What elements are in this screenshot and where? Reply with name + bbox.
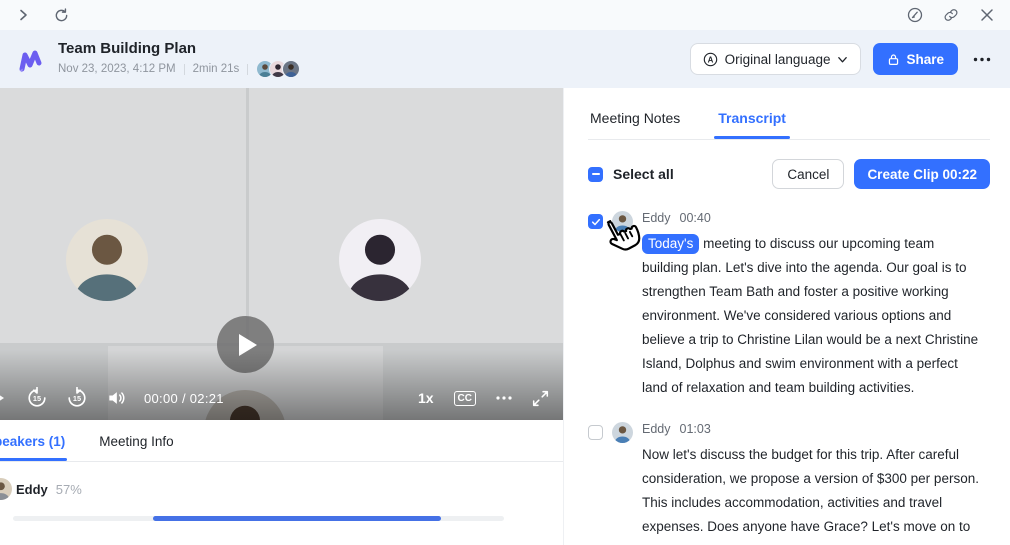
participant-video-avatar	[66, 219, 148, 301]
meeting-header: Team Building Plan Nov 23, 2023, 4:12 PM…	[0, 30, 1010, 88]
entry-text[interactable]: Today's meeting to discuss our upcoming …	[642, 232, 982, 400]
more-controls-icon[interactable]	[496, 396, 512, 400]
volume-icon[interactable]	[106, 388, 126, 408]
entry-timestamp[interactable]: 00:40	[680, 211, 711, 225]
entry-speaker: Eddy	[642, 211, 671, 225]
captions-icon[interactable]: CC	[454, 391, 476, 406]
playback-time: 00:00 / 02:21	[144, 391, 224, 406]
video-tile	[249, 88, 563, 343]
avatar	[282, 60, 300, 78]
entry-checkbox-checked[interactable]	[588, 214, 603, 229]
meeting-meta: Nov 23, 2023, 4:12 PM 2min 21s	[58, 60, 300, 78]
panel-tabs: Meeting Notes Transcript	[588, 102, 990, 140]
chevron-down-icon	[837, 54, 848, 65]
svg-text:A: A	[707, 55, 713, 64]
video-controls: 15 15 00:00 / 02:21 1x CC	[0, 376, 563, 420]
lock-icon	[887, 53, 900, 66]
speaker-row: Eddy 57%	[0, 478, 563, 500]
cancel-button[interactable]: Cancel	[772, 159, 844, 189]
language-button[interactable]: A Original language	[690, 43, 862, 75]
left-tabs: Speakers (1) Meeting Info	[0, 420, 563, 462]
divider	[184, 64, 185, 75]
svg-text:15: 15	[73, 394, 81, 403]
select-all-label: Select all	[613, 166, 674, 182]
more-icon[interactable]	[970, 47, 994, 71]
tab-meeting-notes[interactable]: Meeting Notes	[588, 102, 682, 139]
partial-play-icon[interactable]	[0, 390, 4, 406]
speaker-name: Eddy	[16, 482, 48, 497]
share-button[interactable]: Share	[873, 43, 958, 75]
transcript-entry: Eddy 01:03 Now let's discuss the budget …	[588, 422, 990, 545]
speaker-talk-track	[13, 516, 504, 521]
entry-speaker: Eddy	[642, 422, 671, 436]
entry-timestamp[interactable]: 01:03	[680, 422, 711, 436]
playback-speed[interactable]: 1x	[418, 390, 434, 406]
meeting-date: Nov 23, 2023, 4:12 PM	[58, 63, 176, 75]
transcript-panel: Meeting Notes Transcript Select all Canc…	[563, 88, 1010, 545]
forward-15-icon[interactable]: 15	[66, 387, 88, 409]
svg-text:15: 15	[33, 394, 41, 403]
entry-text[interactable]: Now let's discuss the budget for this tr…	[642, 443, 982, 545]
share-label: Share	[906, 52, 944, 67]
entry-checkbox-unchecked[interactable]	[588, 425, 603, 440]
entry-header: Eddy 00:40	[642, 211, 982, 225]
minutes-logo	[14, 43, 46, 75]
transcript-entry: Eddy 00:40 Today's meeting to discuss ou…	[588, 211, 990, 400]
page-title: Team Building Plan	[58, 40, 300, 57]
speakers-section: Speakers (1) Meeting Info Eddy 57%	[0, 420, 563, 545]
tab-meeting-info[interactable]: Meeting Info	[97, 434, 175, 461]
refresh-icon[interactable]	[52, 6, 70, 24]
translate-icon: A	[703, 52, 718, 67]
browser-topbar	[0, 0, 1010, 30]
speaker-talk-fill[interactable]	[153, 516, 441, 521]
close-icon[interactable]	[978, 6, 996, 24]
language-label: Original language	[725, 52, 831, 67]
link-icon[interactable]	[942, 6, 960, 24]
participant-avatars[interactable]	[256, 60, 300, 78]
meeting-duration: 2min 21s	[193, 63, 240, 75]
video-tile	[0, 88, 246, 343]
minutes-window: Team Building Plan Nov 23, 2023, 4:12 PM…	[0, 0, 1010, 545]
avatar	[612, 211, 633, 232]
forward-chevron-icon[interactable]	[14, 6, 32, 24]
clip-toolbar: Select all Cancel Create Clip 00:22	[588, 159, 990, 189]
fullscreen-icon[interactable]	[532, 390, 549, 407]
video-player[interactable]: 15 15 00:00 / 02:21 1x CC	[0, 88, 563, 420]
avatar	[612, 422, 633, 443]
tab-transcript[interactable]: Transcript	[716, 102, 788, 139]
speaker-percent: 57%	[56, 482, 82, 497]
participant-video-avatar	[339, 219, 421, 301]
entry-header: Eddy 01:03	[642, 422, 982, 436]
divider	[247, 64, 248, 75]
tab-speakers[interactable]: Speakers (1)	[0, 434, 67, 461]
edit-circle-icon[interactable]	[906, 6, 924, 24]
avatar	[0, 478, 12, 500]
highlighted-word[interactable]: Today's	[642, 234, 699, 254]
select-all-checkbox[interactable]	[588, 167, 603, 182]
rewind-15-icon[interactable]: 15	[26, 387, 48, 409]
create-clip-button[interactable]: Create Clip 00:22	[854, 159, 990, 189]
